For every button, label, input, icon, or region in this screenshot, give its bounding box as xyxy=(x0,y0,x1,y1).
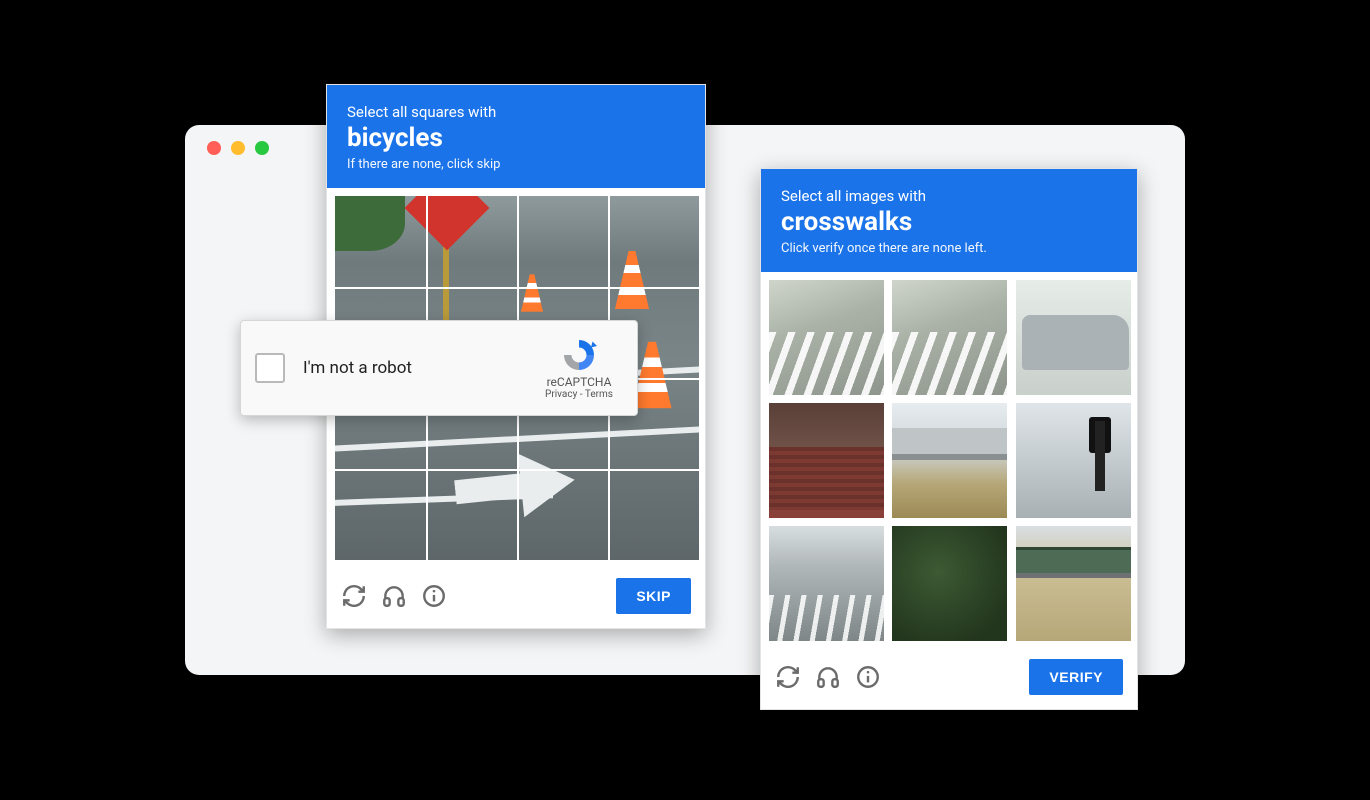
captcha-tile-8[interactable] xyxy=(892,526,1007,641)
recaptcha-terms-link[interactable]: Terms xyxy=(585,389,613,400)
recaptcha-logo-icon xyxy=(561,337,597,373)
captcha-tile-9[interactable] xyxy=(1016,526,1131,641)
captcha-instruction-line1: Select all squares with xyxy=(347,103,685,121)
headphones-icon[interactable] xyxy=(381,583,407,609)
captcha-footer: VERIFY xyxy=(761,649,1137,709)
recaptcha-privacy-link[interactable]: Privacy xyxy=(545,389,577,400)
captcha-target-word: bicycles xyxy=(347,123,685,153)
verify-button[interactable]: VERIFY xyxy=(1029,659,1123,695)
captcha-tile-1[interactable] xyxy=(769,280,884,395)
captcha-tile-r4c1[interactable] xyxy=(335,469,426,560)
reload-icon[interactable] xyxy=(775,664,801,690)
captcha-challenge-crosswalks: Select all images with crosswalks Click … xyxy=(760,168,1138,710)
captcha-tile-r1c4[interactable] xyxy=(608,196,699,287)
captcha-header: Select all images with crosswalks Click … xyxy=(761,169,1137,272)
window-traffic-lights xyxy=(207,141,269,155)
headphones-icon[interactable] xyxy=(815,664,841,690)
captcha-tile-2[interactable] xyxy=(892,280,1007,395)
captcha-tile-6[interactable] xyxy=(1016,403,1131,518)
captcha-tile-3[interactable] xyxy=(1016,280,1131,395)
captcha-tile-r1c1[interactable] xyxy=(335,196,426,287)
captcha-instruction-line3: If there are none, click skip xyxy=(347,157,685,172)
captcha-tile-r4c3[interactable] xyxy=(517,469,608,560)
captcha-footer: SKIP xyxy=(327,568,705,628)
captcha-tile-r1c3[interactable] xyxy=(517,196,608,287)
captcha-header: Select all squares with bicycles If ther… xyxy=(327,85,705,188)
captcha-target-word: crosswalks xyxy=(781,207,1117,237)
reload-icon[interactable] xyxy=(341,583,367,609)
window-minimize-dot[interactable] xyxy=(231,141,245,155)
info-icon[interactable] xyxy=(855,664,881,690)
captcha-tile-5[interactable] xyxy=(892,403,1007,518)
recaptcha-brand-name: reCAPTCHA xyxy=(535,375,623,389)
info-icon[interactable] xyxy=(421,583,447,609)
captcha-tile-r4c2[interactable] xyxy=(426,469,517,560)
captcha-tile-r4c4[interactable] xyxy=(608,469,699,560)
captcha-instruction-line3: Click verify once there are none left. xyxy=(781,241,1117,256)
captcha-tile-7[interactable] xyxy=(769,526,884,641)
recaptcha-anchor: I'm not a robot reCAPTCHA Privacy - Term… xyxy=(240,320,638,416)
captcha-image-area xyxy=(761,272,1137,649)
window-close-dot[interactable] xyxy=(207,141,221,155)
recaptcha-label: I'm not a robot xyxy=(303,358,535,378)
recaptcha-brand: reCAPTCHA Privacy - Terms xyxy=(535,337,623,400)
captcha-tile-r1c2[interactable] xyxy=(426,196,517,287)
recaptcha-checkbox[interactable] xyxy=(255,353,285,383)
window-zoom-dot[interactable] xyxy=(255,141,269,155)
skip-button[interactable]: SKIP xyxy=(616,578,691,614)
recaptcha-legal-links: Privacy - Terms xyxy=(535,389,623,400)
captcha-tile-4[interactable] xyxy=(769,403,884,518)
captcha-instruction-line1: Select all images with xyxy=(781,187,1117,205)
